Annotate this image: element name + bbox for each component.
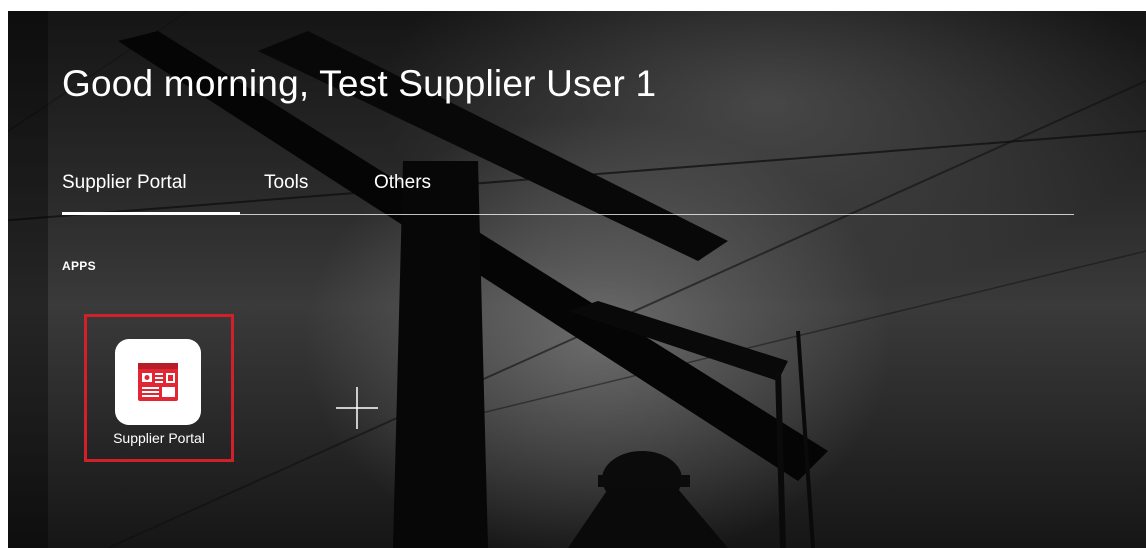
apps-section-label: APPS [62,259,96,273]
plus-icon [336,387,378,429]
app-tile-supplier-portal[interactable]: Supplier Portal [84,314,234,462]
springboard-hero: Good morning, Test Supplier User 1 Suppl… [8,11,1146,548]
greeting-title: Good morning, Test Supplier User 1 [62,63,657,104]
tab-others[interactable]: Others [374,171,454,213]
app-icon-container [115,339,201,425]
springboard-tabs: Supplier Portal Tools Others [62,171,1074,215]
app-label-supplier-portal: Supplier Portal [113,430,205,446]
tab-supplier-portal[interactable]: Supplier Portal [62,171,240,215]
add-app-button[interactable] [334,385,380,431]
tab-tools[interactable]: Tools [264,171,324,213]
supplier-portal-icon [138,363,178,401]
